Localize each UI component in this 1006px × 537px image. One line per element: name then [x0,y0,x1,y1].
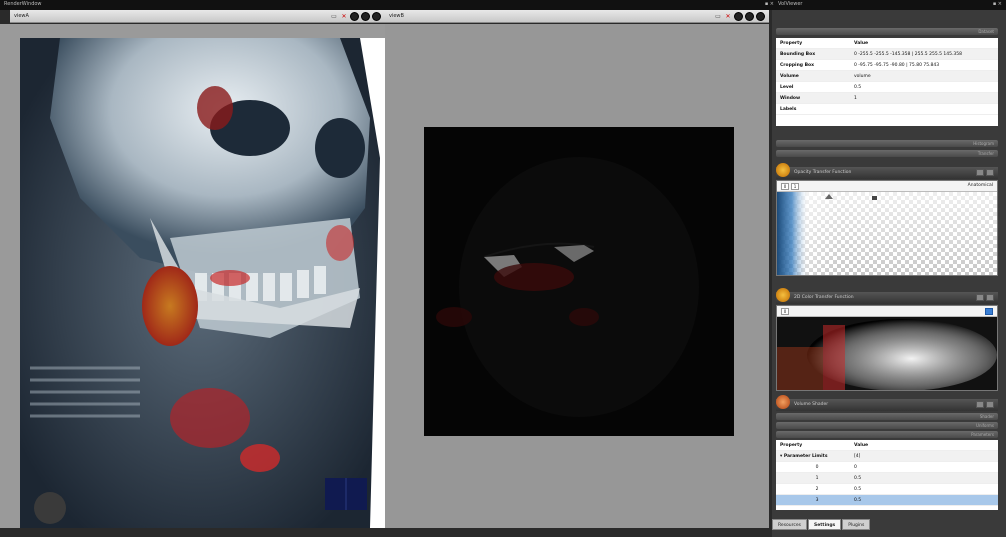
close-button[interactable] [986,401,994,408]
table-row[interactable]: Labels [776,104,998,115]
slice-image[interactable] [424,127,734,436]
tab-settings[interactable]: Settings [807,519,842,530]
table-row[interactable]: Bounding Box 0 -255.5 -255.5 -145.358 | … [776,49,998,60]
render-window-buttons[interactable]: ▪ × [765,1,774,7]
table-row[interactable]: Cropping Box 0 -95.75 -95.75 -90.80 | 75… [776,60,998,71]
property-table-header: Property Value [776,38,998,49]
table-row[interactable]: 1 0.5 [776,473,998,484]
table-row[interactable]: 2 0.5 [776,484,998,495]
view-a-name: viewA [14,13,29,19]
shader-bar[interactable]: Shader [776,413,998,420]
table-row-empty [776,115,998,126]
view-b-name: viewB [389,13,404,19]
title-bar: RenderWindow ▪ × VolViewer ▪ × [0,0,1006,10]
volume-render-image[interactable] [20,38,385,528]
app-window: RenderWindow ▪ × VolViewer ▪ × viewA ▭ ✕… [0,0,1006,537]
color-function-editor[interactable]: 0 [776,305,998,391]
table-row[interactable]: Level 0.5 [776,82,998,93]
dataset-bar[interactable]: Dataset [776,28,998,35]
circle-icon[interactable] [372,12,381,21]
shader-property-table: Property Value ▾ Parameter Limits [4] 0 … [776,440,998,510]
bottom-status-bar [0,529,772,537]
camera-icon[interactable]: ✕ [340,13,348,21]
table-row[interactable]: Volume volume [776,71,998,82]
circle-icon[interactable] [756,12,765,21]
float-button[interactable] [976,169,984,176]
uniforms-bar[interactable]: Uniforms [776,422,998,429]
float-button[interactable] [976,294,984,301]
shader-icon [776,395,790,409]
color-picker-button[interactable] [985,308,993,315]
color-function-header[interactable]: 2D Color Transfer Function [776,288,998,304]
circle-icon[interactable] [734,12,743,21]
close-button[interactable] [986,169,994,176]
float-button[interactable] [976,401,984,408]
shader-table-header: Property Value [776,440,998,451]
table-row[interactable]: Window 1 [776,93,998,104]
volviewer-panel: Dataset Property Value Bounding Box 0 -2… [772,10,1006,537]
histogram-bar[interactable]: Histogram [776,140,998,147]
table-row[interactable]: 0 0 [776,462,998,473]
transfer-function-icon [776,288,790,302]
close-button[interactable] [986,294,994,301]
panel-tabs: Resources Settings Plugins [772,519,871,531]
opacity-tool-1[interactable]: 1 [791,183,799,190]
volviewer-title: VolViewer [778,1,803,7]
tab-resources[interactable]: Resources [772,519,807,530]
property-table: Property Value Bounding Box 0 -255.5 -25… [776,38,998,126]
opacity-preset-label: Anatomical [967,183,993,188]
color-toolbar: 0 [777,306,997,317]
render-viewport-3d[interactable] [10,24,385,528]
tab-plugins[interactable]: Plugins [842,519,871,530]
volviewer-buttons[interactable]: ▪ × [993,1,1002,7]
transfer-bar[interactable]: Transfer [776,150,998,157]
color-tool-0[interactable]: 0 [781,308,789,315]
view-a-toolbar: viewA ▭ ✕ [10,10,385,23]
left-strip [0,24,10,528]
table-row-selected[interactable]: 3 0.5 [776,495,998,506]
circle-icon[interactable] [350,12,359,21]
table-row[interactable]: ▾ Parameter Limits [4] [776,451,998,462]
parameters-bar[interactable]: Parameters [776,431,998,438]
transfer-function-icon [776,163,790,177]
maximize-icon[interactable]: ▭ [330,13,338,21]
opacity-toolbar: 0 1 Anatomical [777,181,997,192]
view-b-toolbar: viewB ▭ ✕ [385,10,769,23]
render-window-title: RenderWindow [4,1,42,7]
volume-shader-header[interactable]: Volume Shader [776,395,998,411]
circle-icon[interactable] [361,12,370,21]
color-canvas[interactable] [777,317,997,390]
opacity-canvas[interactable] [777,192,997,275]
maximize-icon[interactable]: ▭ [714,13,722,21]
camera-icon[interactable]: ✕ [724,13,732,21]
circle-icon[interactable] [745,12,754,21]
slice-viewport-2d[interactable] [385,24,769,528]
opacity-tool-0[interactable]: 0 [781,183,789,190]
opacity-function-editor[interactable]: 0 1 Anatomical [776,180,998,276]
opacity-function-header[interactable]: Opacity Transfer Function [776,163,998,179]
